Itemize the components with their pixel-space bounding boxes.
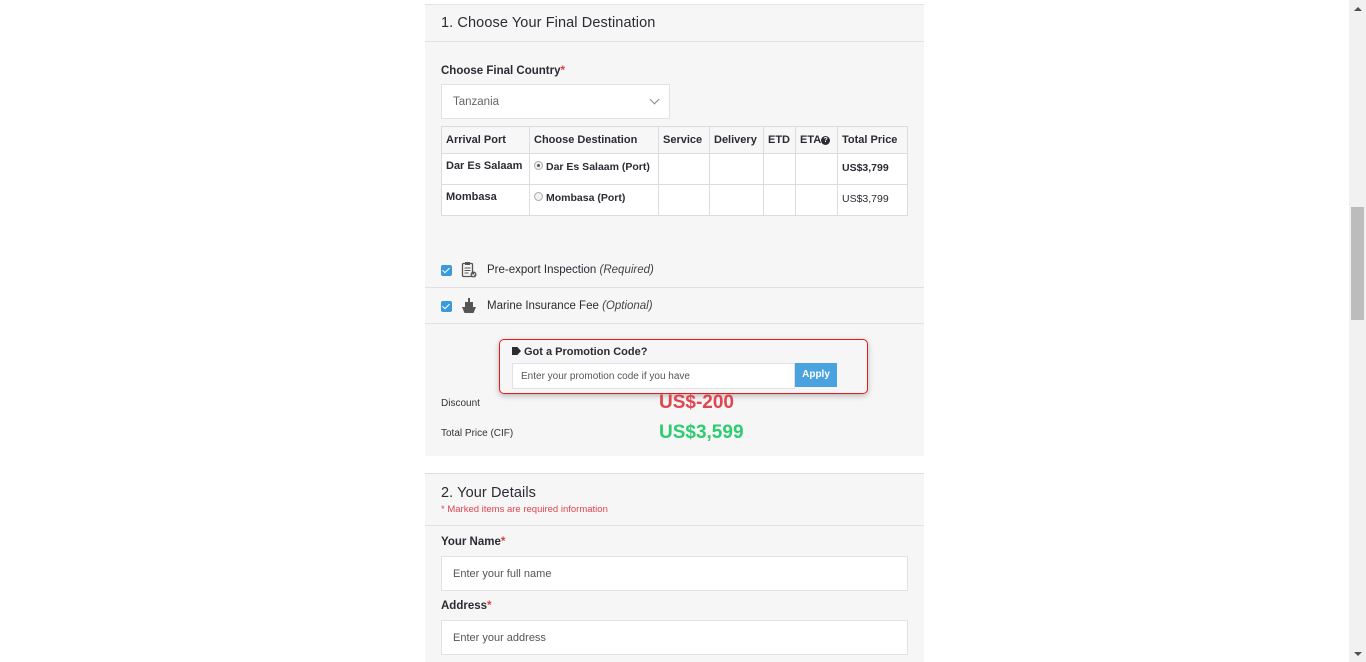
apply-button[interactable]: Apply xyxy=(795,363,837,387)
marine-insurance-label: Marine Insurance Fee (Optional) xyxy=(487,300,653,312)
destination-section-title: 1. Choose Your Final Destination xyxy=(441,15,656,31)
address-label-text: Address xyxy=(441,600,488,612)
eta-cell xyxy=(795,184,838,216)
scroll-up-button[interactable] xyxy=(1349,0,1366,17)
question-circle-icon[interactable]: ? xyxy=(821,136,831,145)
name-label: Your Name* xyxy=(441,536,505,548)
name-label-text: Your Name xyxy=(441,536,501,548)
country-label: Choose Final Country* xyxy=(441,65,565,77)
discount-value: US$-200 xyxy=(659,392,734,413)
header-total-price: Total Price xyxy=(837,126,908,154)
promotion-code-input[interactable]: Enter your promotion code if you have xyxy=(512,363,795,389)
address-input[interactable]: Enter your address xyxy=(441,620,908,655)
ports-table: Arrival Port Choose Destination Service … xyxy=(441,126,908,216)
header-delivery: Delivery xyxy=(709,126,764,154)
destination-section: 1. Choose Your Final Destination Choose … xyxy=(425,4,924,456)
country-select-value: Tanzania xyxy=(453,96,500,108)
required-mark: * xyxy=(487,600,492,612)
port-name: Dar Es Salaam xyxy=(441,153,530,185)
radio-button-selected[interactable] xyxy=(534,161,543,170)
address-label: Address* xyxy=(441,600,492,612)
table-header-row: Arrival Port Choose Destination Service … xyxy=(441,126,908,154)
delivery-cell xyxy=(709,184,764,216)
table-row: Mombasa Mombasa (Port) US$3,799 xyxy=(441,184,908,216)
table-row: Dar Es Salaam Dar Es Salaam (Port) US$3,… xyxy=(441,153,908,185)
header-choose-destination: Choose Destination xyxy=(529,126,659,154)
pre-export-inspection-checkbox[interactable] xyxy=(441,265,452,276)
radio-button[interactable] xyxy=(534,192,543,201)
header-eta: ETA? xyxy=(795,126,838,154)
vertical-scrollbar[interactable] xyxy=(1349,0,1366,662)
header-arrival-port: Arrival Port xyxy=(441,126,530,154)
tag-icon xyxy=(512,347,521,355)
service-cell xyxy=(658,184,710,216)
delivery-cell xyxy=(709,153,764,185)
promotion-code-title: Got a Promotion Code? xyxy=(512,346,647,358)
destination-label: Mombasa (Port) xyxy=(546,192,626,204)
clipboard-check-icon xyxy=(461,262,477,278)
header-eta-text: ETA xyxy=(800,134,822,146)
country-select[interactable]: Tanzania xyxy=(441,84,670,119)
header-etd: ETD xyxy=(763,126,796,154)
required-mark: * xyxy=(500,536,506,548)
destination-label: Dar Es Salaam (Port) xyxy=(546,161,650,173)
destination-option[interactable]: Dar Es Salaam (Port) xyxy=(529,153,659,185)
ship-icon xyxy=(462,298,476,313)
total-price-value: US$3,599 xyxy=(659,422,744,443)
destination-section-header: 1. Choose Your Final Destination xyxy=(425,5,924,42)
total-price-cell: US$3,799 xyxy=(837,184,908,216)
etd-cell xyxy=(763,153,796,185)
required-mark: * xyxy=(560,65,565,77)
pre-export-inspection-option: Pre-export Inspection (Required) xyxy=(425,252,924,288)
promotion-code-title-text: Got a Promotion Code? xyxy=(524,346,648,358)
details-section-title: 2. Your Details xyxy=(441,485,537,501)
details-section-header: 2. Your Details * Marked items are requi… xyxy=(425,474,924,526)
promotion-code-box: Got a Promotion Code? Enter your promoti… xyxy=(499,339,868,394)
marine-insurance-option: Marine Insurance Fee (Optional) xyxy=(425,288,924,324)
etd-cell xyxy=(763,184,796,216)
option-note: (Optional) xyxy=(602,300,653,312)
details-section: 2. Your Details * Marked items are requi… xyxy=(425,473,924,662)
port-name: Mombasa xyxy=(441,184,530,216)
destination-option[interactable]: Mombasa (Port) xyxy=(529,184,659,216)
page: 1. Choose Your Final Destination Choose … xyxy=(0,0,1366,662)
chevron-down-icon xyxy=(649,94,660,105)
pre-export-inspection-label: Pre-export Inspection (Required) xyxy=(487,264,654,276)
option-name: Pre-export Inspection xyxy=(487,264,597,276)
arrow-up-icon xyxy=(1353,6,1362,11)
eta-cell xyxy=(795,153,838,185)
scrollbar-thumb[interactable] xyxy=(1351,207,1364,320)
arrow-down-icon xyxy=(1353,651,1362,656)
required-info-note: * Marked items are required information xyxy=(441,504,608,515)
total-price-label: Total Price (CIF) xyxy=(441,428,514,439)
full-name-input[interactable]: Enter your full name xyxy=(441,556,908,591)
discount-label: Discount xyxy=(441,398,480,409)
total-price-cell: US$3,799 xyxy=(837,153,908,185)
option-name: Marine Insurance Fee xyxy=(487,300,599,312)
option-note: (Required) xyxy=(599,264,654,276)
marine-insurance-checkbox[interactable] xyxy=(441,301,452,312)
scroll-down-button[interactable] xyxy=(1349,645,1366,662)
country-label-text: Choose Final Country xyxy=(441,65,561,77)
header-service: Service xyxy=(658,126,710,154)
service-cell xyxy=(658,153,710,185)
